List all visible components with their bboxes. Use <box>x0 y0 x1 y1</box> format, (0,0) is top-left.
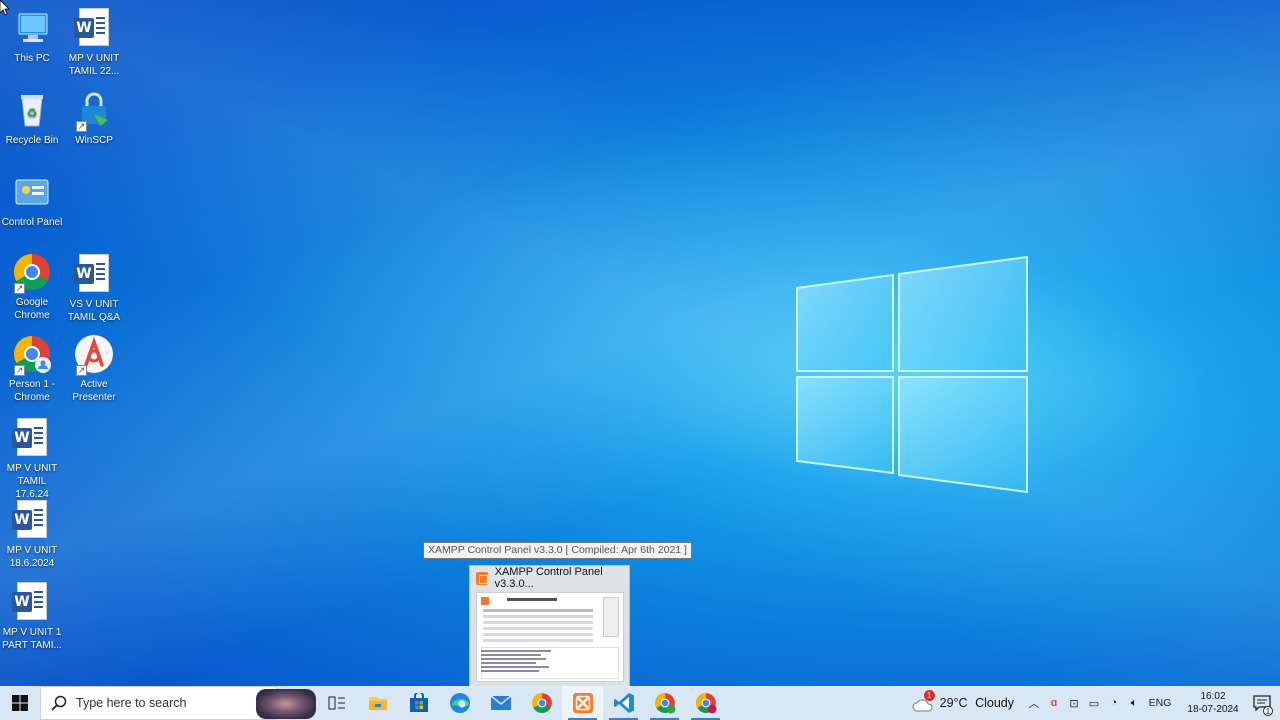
desktop-icon-google-chrome[interactable]: ↗ Google Chrome <box>0 252 64 322</box>
chrome-profile-taskbar-button[interactable] <box>644 686 685 720</box>
desktop-icon-label: This PC <box>14 53 50 64</box>
word-document-icon: W <box>12 582 52 622</box>
xampp-window-preview <box>476 592 624 682</box>
desktop-icon-word-doc[interactable]: W MP V UNIT 18.6.2024 <box>0 500 64 570</box>
desktop-icon-label: Google Chrome <box>14 297 50 321</box>
desktop-icon-label: Control Panel <box>1 217 63 228</box>
mail-icon <box>490 695 511 710</box>
cloud-icon: 1 <box>912 690 935 712</box>
desktop-icon-this-pc[interactable]: This PC <box>0 8 64 65</box>
desktop-icon-label: MP V UNIT TAMIL 22... <box>68 53 120 77</box>
chrome-icon: ↗ <box>12 252 52 294</box>
thumbnail-title: XAMPP Control Panel v3.3.0... <box>494 566 603 590</box>
tray-device-icon: ⊡ <box>1069 697 1079 710</box>
desktop-icon-label: Person 1 - Chrome <box>8 379 56 403</box>
word-document-icon: W <box>12 500 52 540</box>
xampp-thumbnail-preview[interactable]: XAMPP Control Panel v3.3.0... <box>469 565 630 687</box>
wallpaper-beam <box>0 0 1280 720</box>
desktop-icon-word-doc[interactable]: W MP V UNIT TAMIL 22... <box>62 8 126 78</box>
taskbar: Type here to search 1 29°C Cloudy ︿ ɑ ⊡ … <box>0 686 1280 720</box>
taskbar-search-box[interactable]: Type here to search <box>40 686 316 720</box>
xampp-tooltip: XAMPP Control Panel v3.3.0 [ Compiled: A… <box>423 542 692 559</box>
file-explorer-button[interactable] <box>357 686 398 720</box>
weather-temp: 29°C <box>939 696 968 710</box>
notification-count: 1 <box>1263 706 1273 716</box>
chrome-profile-icon <box>695 693 716 714</box>
clock[interactable]: 16:02 18-07-2024 <box>1182 690 1244 716</box>
weather-condition: Cloudy <box>975 696 1014 710</box>
chrome-profile-taskbar-button[interactable] <box>685 686 726 720</box>
tray-app-button[interactable]: ⊡ <box>1064 686 1084 720</box>
weather-widget[interactable]: 1 29°C Cloudy <box>912 690 1014 712</box>
vscode-taskbar-button[interactable] <box>603 686 644 720</box>
activepresenter-icon: ↗ <box>74 334 114 376</box>
chrome-profile-icon <box>654 693 675 714</box>
chrome-icon <box>531 693 552 713</box>
activepresenter-tray-icon: ɑ <box>1050 697 1058 709</box>
vscode-icon <box>613 693 634 713</box>
chevron-up-icon: ︿ <box>1028 698 1040 710</box>
mail-button[interactable] <box>480 686 521 720</box>
xampp-icon <box>476 571 488 585</box>
recycle-bin-icon: ♻ <box>12 90 52 130</box>
battery-icon: ▭ <box>1088 697 1100 710</box>
word-document-icon: W <box>12 418 52 458</box>
desktop-icon-label: MP V UNIT 1 PART TAMI... <box>2 627 62 651</box>
language-label: ENG <box>1148 697 1172 709</box>
desktop-icon-recycle-bin[interactable]: ♻ Recycle Bin <box>0 90 64 147</box>
desktop-icon-active-presenter[interactable]: ↗ Active Presenter <box>62 334 126 404</box>
speaker-icon: 🔈︎ <box>1130 696 1138 709</box>
desktop-icon-label: VS V UNIT TAMIL Q&A <box>67 299 121 323</box>
wallpaper-beam <box>0 0 1280 720</box>
tray-app-button[interactable]: ɑ <box>1044 686 1064 720</box>
edge-icon <box>449 693 470 713</box>
desktop-icon-word-doc[interactable]: W VS V UNIT TAMIL Q&A <box>62 254 126 324</box>
start-button[interactable] <box>0 686 40 720</box>
desktop-icon-control-panel[interactable]: Control Panel <box>0 172 64 229</box>
windows-start-icon <box>12 695 28 711</box>
desktop-icon-word-doc[interactable]: W MP V UNIT 1 PART TAMI... <box>0 582 64 652</box>
desktop-icon-label: MP V UNIT TAMIL 17.6.24 <box>6 463 58 500</box>
xampp-icon <box>572 693 593 713</box>
search-highlight-image[interactable] <box>256 689 316 719</box>
search-icon <box>51 695 67 711</box>
chrome-profile-icon: ↗ <box>12 334 52 376</box>
clock-time: 16:02 <box>1200 691 1226 702</box>
desktop-icon-label: WinSCP <box>75 135 113 146</box>
control-panel-icon <box>12 172 52 212</box>
xampp-taskbar-button[interactable] <box>562 686 603 720</box>
mouse-cursor <box>0 0 10 16</box>
network-button[interactable]: ◔ <box>1104 686 1124 720</box>
desktop-icon-winscp[interactable]: ↗ WinSCP <box>62 90 126 147</box>
desktop-icon-label: Active Presenter <box>72 379 116 403</box>
clock-date: 18-07-2024 <box>1187 704 1239 715</box>
search-placeholder: Type here to search <box>76 696 187 710</box>
desktop-icon-word-doc[interactable]: W MP V UNIT TAMIL 17.6.24 <box>0 418 64 501</box>
edge-button[interactable] <box>439 686 480 720</box>
desktop-icon-label: MP V UNIT 18.6.2024 <box>6 545 58 569</box>
file-explorer-icon <box>368 697 387 710</box>
task-view-button[interactable] <box>316 686 357 720</box>
volume-button[interactable]: 🔈︎ <box>1124 686 1144 720</box>
language-button[interactable]: ENG <box>1144 686 1176 720</box>
battery-button[interactable]: ▭ <box>1084 686 1104 720</box>
computer-icon <box>12 8 52 48</box>
word-document-icon: W <box>74 8 114 48</box>
svg-text:♻: ♻ <box>27 106 38 120</box>
winscp-icon: ↗ <box>74 90 114 132</box>
desktop-icon-label: Recycle Bin <box>5 135 59 146</box>
word-document-icon: W <box>74 254 114 294</box>
action-center-button[interactable]: 1 <box>1244 686 1280 720</box>
windows-logo-wallpaper <box>796 255 1028 494</box>
task-view-icon <box>328 696 345 710</box>
chrome-taskbar-button[interactable] <box>521 686 562 720</box>
show-hidden-icons-button[interactable]: ︿ <box>1024 686 1044 720</box>
microsoft-store-icon <box>409 693 428 712</box>
weather-badge: 1 <box>923 690 935 701</box>
desktop-icon-person-chrome[interactable]: ↗ Person 1 - Chrome <box>0 334 64 404</box>
microsoft-store-button[interactable] <box>398 686 439 720</box>
wifi-icon: ◔ <box>1110 697 1118 709</box>
system-tray: 1 29°C Cloudy ︿ ɑ ⊡ ▭ ◔ 🔈︎ ENG 16:02 18-… <box>912 686 1280 720</box>
